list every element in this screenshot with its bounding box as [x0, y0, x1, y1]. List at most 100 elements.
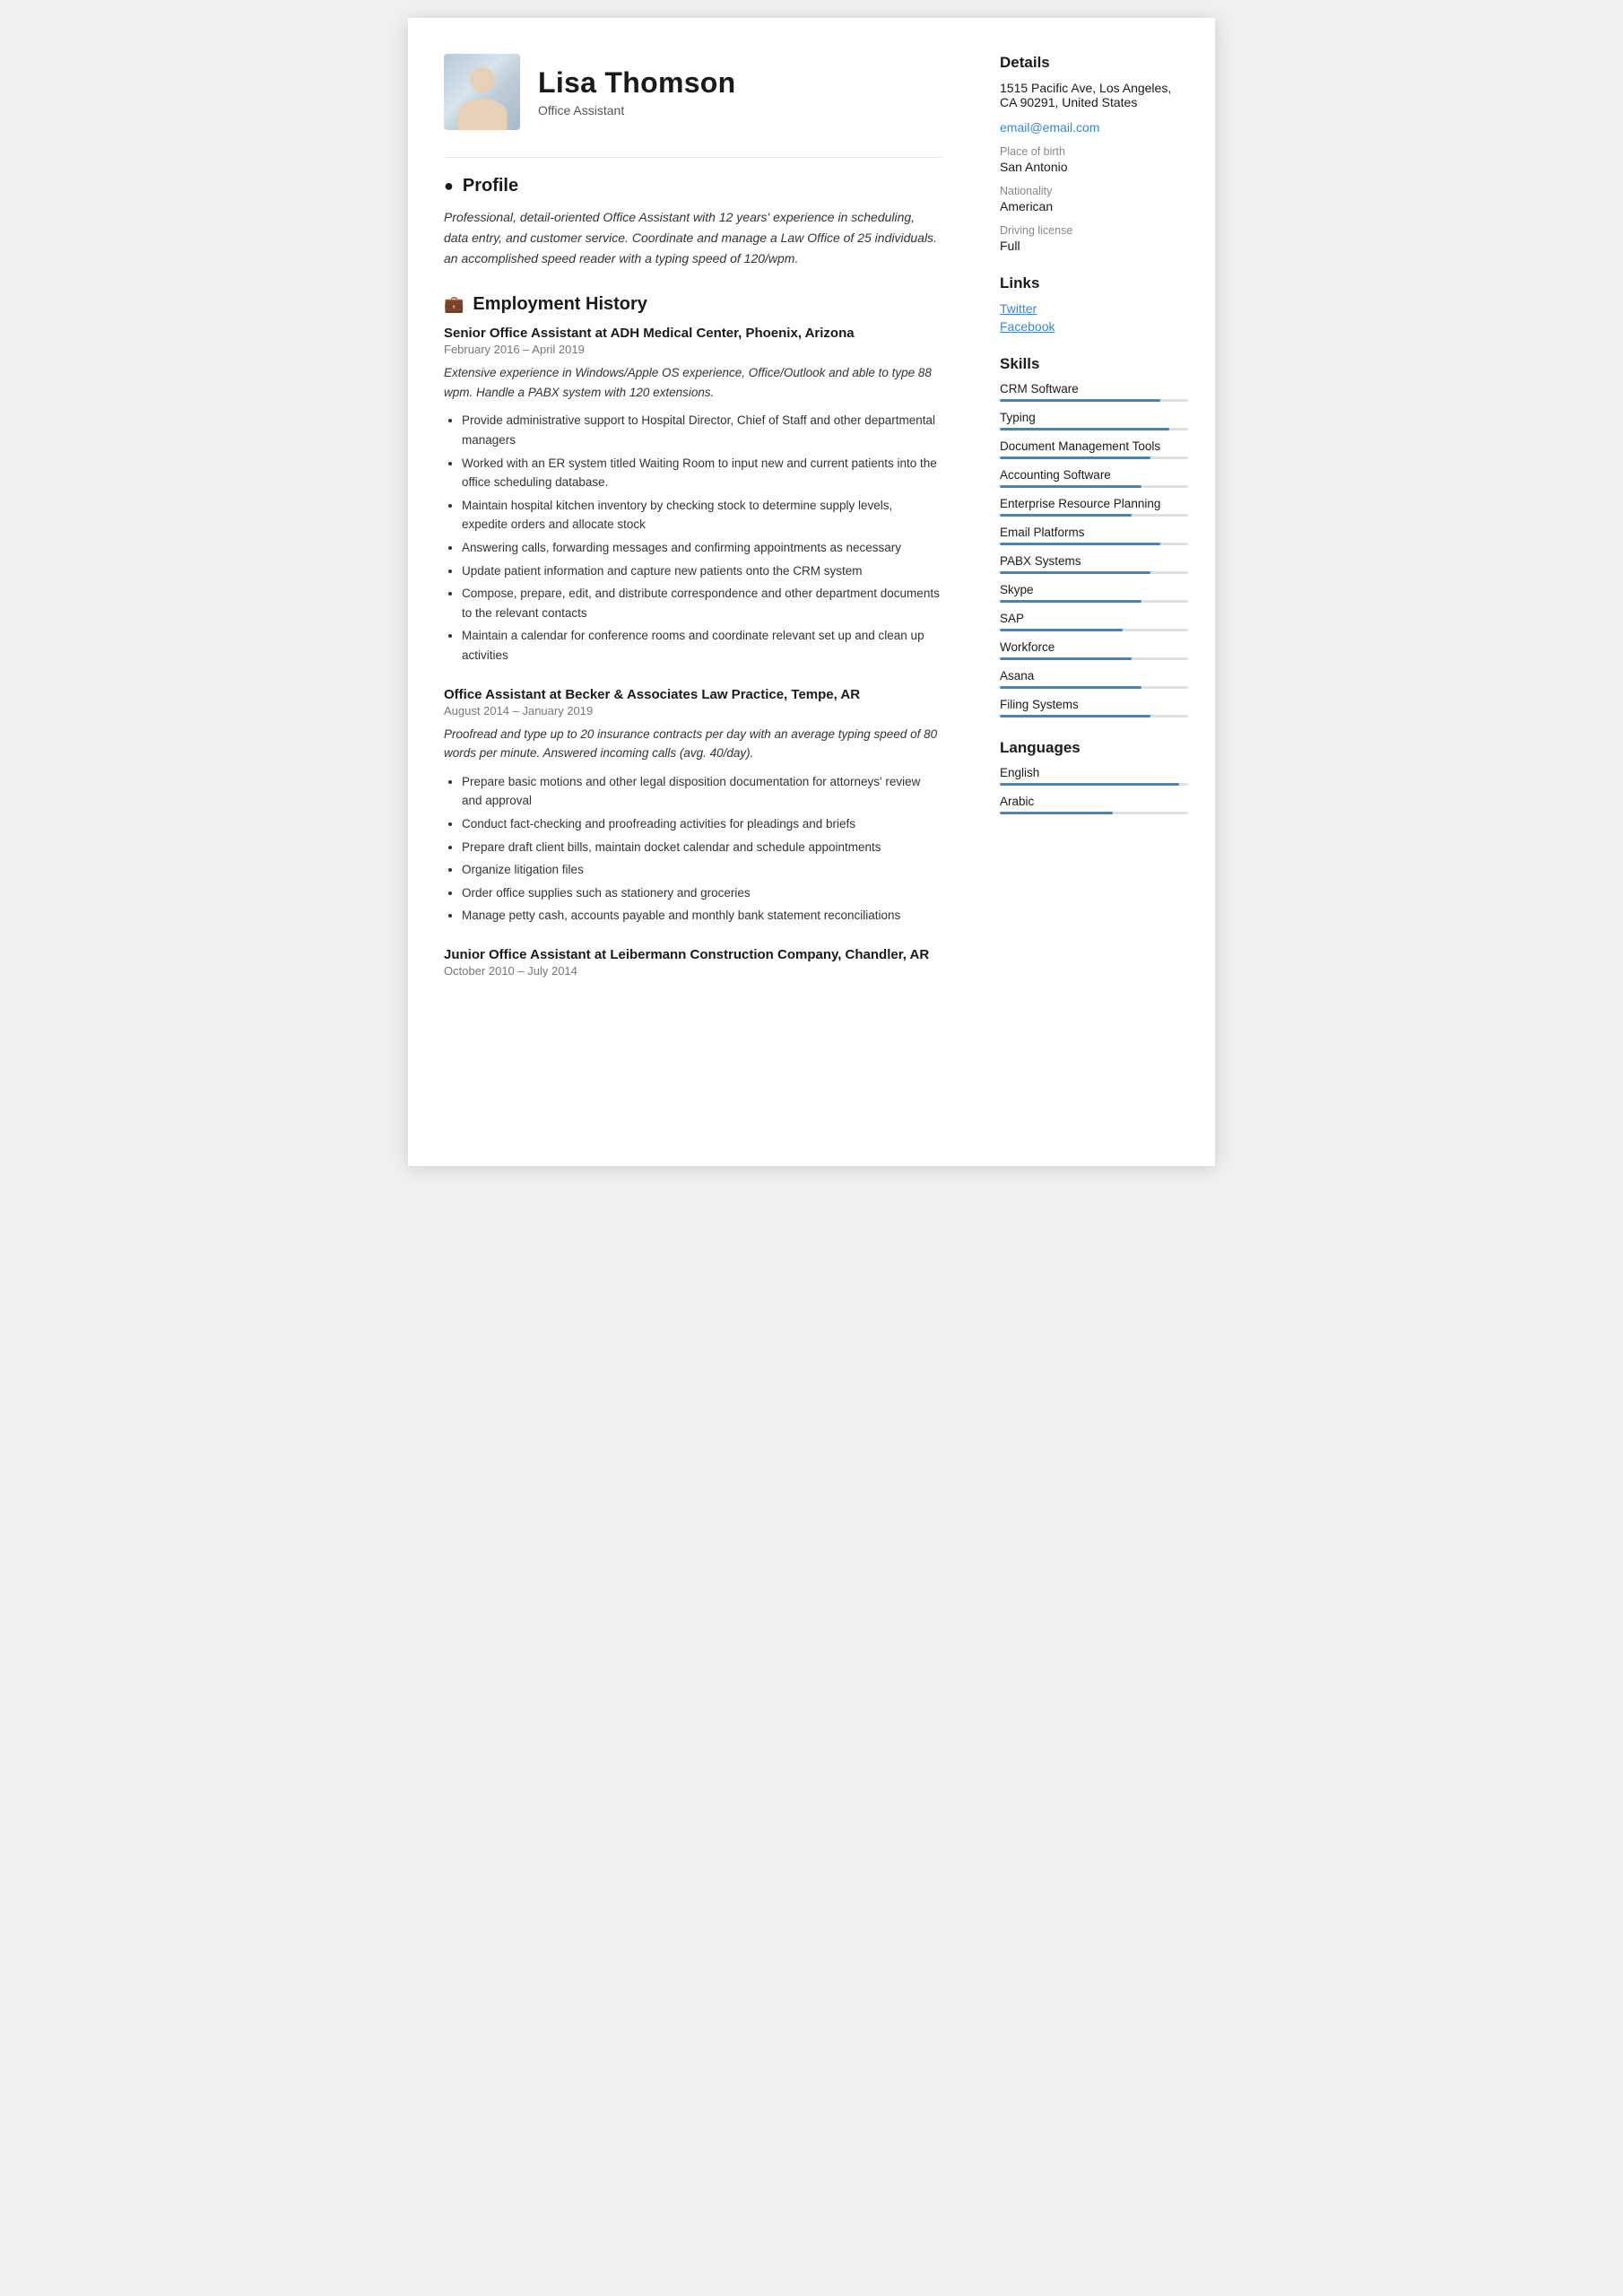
skill-name: CRM Software — [1000, 382, 1188, 396]
job-entry-1: Senior Office Assistant at ADH Medical C… — [444, 326, 942, 665]
facebook-link[interactable]: Facebook — [1000, 319, 1188, 334]
skill-name: Accounting Software — [1000, 468, 1188, 482]
skill-name: Email Platforms — [1000, 526, 1188, 539]
job-title-2: Office Assistant at Becker & Associates … — [444, 687, 942, 702]
skill-bar-bg — [1000, 571, 1188, 574]
skill-item: Accounting Software — [1000, 468, 1188, 488]
bullet-item: Provide administrative support to Hospit… — [462, 411, 942, 449]
skill-bar-fill — [1000, 571, 1150, 574]
links-section-title: Links — [1000, 274, 1188, 292]
right-column: Details 1515 Pacific Ave, Los Angeles, C… — [973, 18, 1215, 1166]
skill-item: Email Platforms — [1000, 526, 1188, 545]
bullet-item: Worked with an ER system titled Waiting … — [462, 454, 942, 492]
employment-section: 💼 Employment History Senior Office Assis… — [444, 294, 942, 978]
skills-section-title: Skills — [1000, 355, 1188, 373]
skills-section: Skills CRM Software Typing Document Mana… — [1000, 355, 1188, 718]
job-dates-1: February 2016 – April 2019 — [444, 343, 942, 356]
skill-bar-fill — [1000, 686, 1141, 689]
skill-bar-bg — [1000, 543, 1188, 545]
bullet-item: Organize litigation files — [462, 860, 942, 880]
skill-bar-bg — [1000, 600, 1188, 603]
bullet-item: Manage petty cash, accounts payable and … — [462, 906, 942, 926]
links-section: Links Twitter Facebook — [1000, 274, 1188, 334]
bullet-item: Order office supplies such as stationery… — [462, 883, 942, 903]
employment-section-title: 💼 Employment History — [444, 294, 942, 315]
skill-item: Skype — [1000, 583, 1188, 603]
twitter-link[interactable]: Twitter — [1000, 301, 1188, 316]
profile-icon: ● — [444, 177, 454, 196]
skill-item: SAP — [1000, 612, 1188, 631]
skill-bar-bg — [1000, 428, 1188, 430]
nationality-item: Nationality American — [1000, 185, 1188, 213]
skill-bar-bg — [1000, 657, 1188, 660]
avatar-image — [444, 54, 520, 130]
details-section: Details 1515 Pacific Ave, Los Angeles, C… — [1000, 54, 1188, 253]
skill-bar-bg — [1000, 457, 1188, 459]
profile-text: Professional, detail-oriented Office Ass… — [444, 207, 942, 269]
email-item: email@email.com — [1000, 120, 1188, 135]
skill-bar-fill — [1000, 457, 1150, 459]
bullet-item: Prepare basic motions and other legal di… — [462, 772, 942, 811]
profile-section: ● Profile Professional, detail-oriented … — [444, 176, 942, 269]
skill-bar-fill — [1000, 428, 1169, 430]
profile-section-title: ● Profile — [444, 176, 942, 196]
skills-list: CRM Software Typing Document Management … — [1000, 382, 1188, 718]
skill-bar-bg — [1000, 399, 1188, 402]
skill-name: Document Management Tools — [1000, 439, 1188, 453]
lang-bar-bg — [1000, 783, 1188, 786]
address-item: 1515 Pacific Ave, Los Angeles, CA 90291,… — [1000, 81, 1188, 109]
employment-icon: 💼 — [444, 295, 464, 314]
address-value: 1515 Pacific Ave, Los Angeles, CA 90291,… — [1000, 81, 1188, 109]
job-bullets-2: Prepare basic motions and other legal di… — [444, 772, 942, 926]
job-dates-2: August 2014 – January 2019 — [444, 704, 942, 718]
header-divider — [444, 157, 942, 158]
languages-list: English Arabic — [1000, 766, 1188, 814]
lang-name: English — [1000, 766, 1188, 779]
lang-bar-bg — [1000, 812, 1188, 814]
skill-item: Asana — [1000, 669, 1188, 689]
skill-bar-fill — [1000, 543, 1160, 545]
bullet-item: Prepare draft client bills, maintain doc… — [462, 838, 942, 857]
birth-label: Place of birth — [1000, 145, 1188, 158]
skill-item: Enterprise Resource Planning — [1000, 497, 1188, 517]
skill-item: Typing — [1000, 411, 1188, 430]
birth-item: Place of birth San Antonio — [1000, 145, 1188, 174]
language-item: English — [1000, 766, 1188, 786]
header: Lisa Thomson Office Assistant — [444, 54, 942, 130]
nationality-label: Nationality — [1000, 185, 1188, 197]
job-desc-1: Extensive experience in Windows/Apple OS… — [444, 363, 942, 402]
skill-bar-fill — [1000, 629, 1123, 631]
skill-item: Workforce — [1000, 640, 1188, 660]
lang-bar-fill — [1000, 783, 1179, 786]
job-dates-3: October 2010 – July 2014 — [444, 964, 942, 978]
candidate-job-title: Office Assistant — [538, 103, 736, 117]
lang-name: Arabic — [1000, 795, 1188, 808]
skill-name: Workforce — [1000, 640, 1188, 654]
skill-item: Filing Systems — [1000, 698, 1188, 718]
left-column: Lisa Thomson Office Assistant ● Profile … — [408, 18, 973, 1166]
skill-name: Enterprise Resource Planning — [1000, 497, 1188, 510]
skill-name: SAP — [1000, 612, 1188, 625]
job-title-1: Senior Office Assistant at ADH Medical C… — [444, 326, 942, 341]
skill-bar-bg — [1000, 514, 1188, 517]
job-desc-2: Proofread and type up to 20 insurance co… — [444, 725, 942, 763]
driving-value: Full — [1000, 239, 1188, 253]
bullet-item: Conduct fact-checking and proofreading a… — [462, 814, 942, 834]
job-title-3: Junior Office Assistant at Leibermann Co… — [444, 947, 942, 962]
bullet-item: Compose, prepare, edit, and distribute c… — [462, 584, 942, 622]
skill-name: Filing Systems — [1000, 698, 1188, 711]
job-entry-3: Junior Office Assistant at Leibermann Co… — [444, 947, 942, 978]
bullet-item: Maintain hospital kitchen inventory by c… — [462, 496, 942, 535]
job-bullets-1: Provide administrative support to Hospit… — [444, 411, 942, 665]
skill-bar-fill — [1000, 514, 1132, 517]
bullet-item: Maintain a calendar for conference rooms… — [462, 626, 942, 665]
skill-item: PABX Systems — [1000, 554, 1188, 574]
bullet-item: Update patient information and capture n… — [462, 561, 942, 581]
skill-bar-fill — [1000, 485, 1141, 488]
languages-section-title: Languages — [1000, 739, 1188, 757]
job-entry-2: Office Assistant at Becker & Associates … — [444, 687, 942, 926]
header-info: Lisa Thomson Office Assistant — [538, 66, 736, 117]
email-value: email@email.com — [1000, 120, 1188, 135]
skill-bar-bg — [1000, 686, 1188, 689]
skill-item: Document Management Tools — [1000, 439, 1188, 459]
